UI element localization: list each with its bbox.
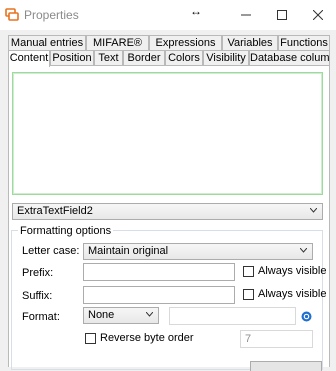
suffix-always-visible-label: Always visible — [258, 288, 327, 300]
letter-case-value: Maintain original — [88, 245, 169, 257]
letter-case-select[interactable]: Maintain original — [83, 243, 313, 260]
format-label: Format: — [22, 311, 60, 323]
tab-label: Functions — [280, 37, 328, 49]
tab-label: Content — [9, 52, 49, 64]
tab-visibility[interactable]: Visibility — [203, 50, 249, 65]
suffix-input[interactable] — [83, 286, 235, 304]
tab-label: Colors — [168, 52, 200, 64]
tab-label: Manual entries — [10, 37, 84, 49]
title-bar: Properties ↔ — [0, 0, 336, 30]
tab-variables[interactable]: Variables — [222, 35, 278, 50]
tab-colors[interactable]: Colors — [165, 50, 203, 65]
tab-border[interactable]: Border — [123, 50, 165, 65]
tab-database-columns[interactable]: Database columns — [249, 50, 330, 65]
field-select-value: ExtraTextField2 — [17, 205, 93, 217]
suffix-always-visible-checkbox[interactable] — [243, 289, 254, 300]
reverse-byte-order-label: Reverse byte order — [100, 332, 194, 344]
minimize-icon — [241, 14, 251, 16]
format-select[interactable]: None — [83, 307, 159, 324]
resize-cursor-icon: ↔ — [190, 4, 202, 18]
letter-case-label: Letter case: — [22, 245, 80, 257]
prefix-always-visible-checkbox[interactable] — [243, 266, 254, 277]
prefix-input[interactable] — [83, 263, 235, 281]
tab-label: MIFARE® — [92, 37, 143, 49]
tab-manual-entries[interactable]: Manual entries — [8, 35, 86, 50]
reverse-byte-order-checkbox[interactable] — [85, 333, 96, 344]
close-icon — [313, 10, 323, 20]
content-textarea[interactable] — [12, 72, 323, 195]
prefix-always-visible-label: Always visible — [258, 265, 327, 277]
tab-text[interactable]: Text — [94, 50, 123, 65]
tab-label: Visibility — [206, 52, 246, 64]
format-pattern-input[interactable] — [169, 307, 296, 325]
tab-label: Border — [127, 52, 161, 64]
tab-expressions[interactable]: Expressions — [149, 35, 222, 50]
tab-row-bottom: Content Position Text Border Colors Visi… — [8, 50, 330, 67]
suffix-label: Suffix: — [22, 290, 53, 302]
prefix-label: Prefix: — [22, 267, 54, 279]
tab-label: Position — [52, 52, 92, 64]
byte-count-input[interactable]: 7 — [240, 330, 313, 348]
info-icon[interactable] — [301, 311, 312, 322]
maximize-icon — [277, 10, 287, 20]
tab-row-top: Manual entries MIFARE® Expressions Varia… — [8, 35, 330, 50]
tab-mifare[interactable]: MIFARE® — [86, 35, 149, 50]
tab-label: Expressions — [155, 37, 216, 49]
tab-label: Text — [98, 52, 119, 64]
tab-label: Variables — [227, 37, 273, 49]
tab-label: Database columns — [250, 52, 330, 64]
field-select[interactable]: ExtraTextField2 — [12, 203, 323, 220]
app-icon — [5, 8, 19, 21]
group-title: Formatting options — [18, 225, 114, 237]
close-button[interactable] — [296, 0, 336, 30]
tab-position[interactable]: Position — [50, 50, 94, 65]
chevron-down-icon — [146, 312, 153, 317]
format-value: None — [88, 309, 115, 321]
chevron-down-icon — [310, 208, 317, 213]
chevron-down-icon — [300, 248, 307, 253]
window-title: Properties — [24, 8, 79, 22]
tab-content[interactable]: Content — [8, 50, 50, 67]
dialog-button-partial[interactable] — [250, 361, 322, 371]
tab-functions[interactable]: Functions — [278, 35, 330, 50]
